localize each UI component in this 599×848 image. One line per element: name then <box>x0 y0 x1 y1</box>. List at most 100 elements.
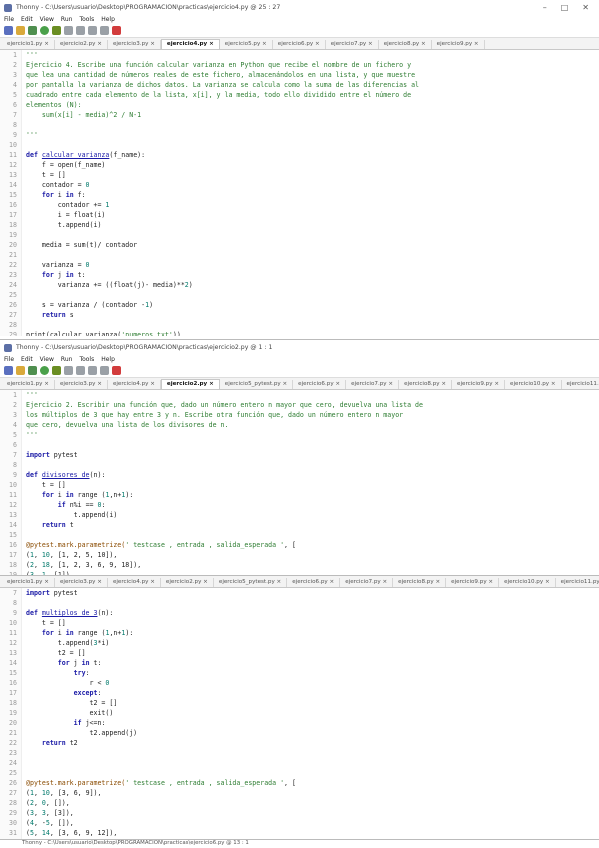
menu-help[interactable]: Help <box>101 356 115 363</box>
step-over-icon[interactable] <box>64 366 73 375</box>
tab-ejercicio8-py[interactable]: ejercicio8.py × <box>379 40 432 49</box>
code-editor[interactable]: 7 8 9 10 11 12 13 14 15 16 17 18 19 20 21 22 23 24 25 26 27 2… <box>0 588 599 839</box>
code-token: contador += <box>26 201 106 209</box>
tab-ejercicio11-py[interactable]: ejercicio11.py × <box>562 380 599 389</box>
line-number: 3 <box>13 71 17 79</box>
tab-ejercicio9-py[interactable]: ejercicio9.py × <box>452 380 506 389</box>
line-number: 22 <box>9 739 17 747</box>
code-line: elementos (N): <box>26 100 599 110</box>
code-token: , [ <box>284 779 296 787</box>
run-icon[interactable] <box>40 26 49 35</box>
code-token: in <box>65 191 78 199</box>
code-token: t2 = [] <box>26 699 118 707</box>
code-token: n%i == <box>69 501 98 509</box>
maximize-icon[interactable]: □ <box>561 3 569 12</box>
tab-ejercicio6-py[interactable]: ejercicio6.py × <box>287 578 341 587</box>
stop-icon[interactable] <box>112 26 121 35</box>
menu-edit[interactable]: Edit <box>21 356 33 363</box>
run-icon[interactable] <box>40 366 49 375</box>
code-area[interactable]: import pytest def multiplos_de_3(n): t = … <box>22 588 599 839</box>
tab-ejercicio10-py[interactable]: ejercicio10.py × <box>499 578 556 587</box>
menu-view[interactable]: View <box>40 16 54 23</box>
tab-ejercicio5_pytest-py[interactable]: ejercicio5_pytest.py × <box>214 578 288 587</box>
tab-ejercicio1-py[interactable]: ejercicio1.py × <box>2 40 55 49</box>
menu-edit[interactable]: Edit <box>21 16 33 23</box>
tab-ejercicio9-py[interactable]: ejercicio9.py × <box>446 578 500 587</box>
new-file-icon[interactable] <box>4 26 13 35</box>
menu-tools[interactable]: Tools <box>79 356 94 363</box>
code-area[interactable]: ''' Ejercicio 4. Escribe una función calc… <box>22 50 599 336</box>
code-token: elementos (N): <box>26 101 82 109</box>
tab-ejercicio7-py[interactable]: ejercicio7.py × <box>326 40 379 49</box>
code-token: for <box>41 629 58 637</box>
tab-ejercicio1-py[interactable]: ejercicio1.py × <box>2 578 55 587</box>
tab-ejercicio2-py[interactable]: ejercicio2.py × <box>160 379 220 389</box>
tab-ejercicio3-py[interactable]: ejercicio3.py × <box>108 40 161 49</box>
debug-icon[interactable] <box>52 26 61 35</box>
menu-file[interactable]: File <box>4 356 14 363</box>
line-number: 2 <box>13 401 17 409</box>
code-editor[interactable]: 1234567891011121314151617181920212223242… <box>0 390 599 575</box>
menu-run[interactable]: Run <box>61 356 73 363</box>
code-area[interactable]: ''' Ejercicio 2. Escribir una función que… <box>22 390 599 575</box>
resume-icon[interactable] <box>100 26 109 35</box>
menu-run[interactable]: Run <box>61 16 73 23</box>
step-into-icon[interactable] <box>76 26 85 35</box>
tab-ejercicio2-py[interactable]: ejercicio2.py × <box>161 578 214 587</box>
tab-ejercicio9-py[interactable]: ejercicio9.py × <box>432 40 485 49</box>
resume-icon[interactable] <box>100 366 109 375</box>
line-number: 13 <box>9 511 17 519</box>
code-token: s = varianza / (contador - <box>26 301 146 309</box>
save-icon[interactable] <box>28 366 37 375</box>
tab-ejercicio3-py[interactable]: ejercicio3.py × <box>55 380 108 389</box>
menu-help[interactable]: Help <box>101 16 115 23</box>
open-icon[interactable] <box>16 26 25 35</box>
debug-icon[interactable] <box>52 366 61 375</box>
step-out-icon[interactable] <box>88 26 97 35</box>
line-number: 9 <box>13 609 17 617</box>
code-editor[interactable]: 1234567891011121314151617181920212223242… <box>0 50 599 336</box>
open-icon[interactable] <box>16 366 25 375</box>
minimize-icon[interactable]: – <box>543 3 547 12</box>
tab-ejercicio6-py[interactable]: ejercicio6.py × <box>273 40 326 49</box>
line-number: 28 <box>9 321 17 329</box>
tab-ejercicio2-py[interactable]: ejercicio2.py × <box>55 40 108 49</box>
line-number: 26 <box>9 779 17 787</box>
line-number: 6 <box>13 441 17 449</box>
tab-ejercicio11-py[interactable]: ejercicio11.py × <box>556 578 599 587</box>
new-file-icon[interactable] <box>4 366 13 375</box>
step-over-icon[interactable] <box>64 26 73 35</box>
menu-file[interactable]: File <box>4 16 14 23</box>
line-number: 4 <box>13 81 17 89</box>
line-number: 27 <box>9 311 17 319</box>
menu-view[interactable]: View <box>40 356 54 363</box>
code-token: in <box>81 659 94 667</box>
step-into-icon[interactable] <box>76 366 85 375</box>
tab-ejercicio8-py[interactable]: ejercicio8.py × <box>399 380 453 389</box>
tab-ejercicio4-py[interactable]: ejercicio4.py × <box>108 380 161 389</box>
tab-ejercicio5_pytest-py[interactable]: ejercicio5_pytest.py × <box>220 380 294 389</box>
tab-ejercicio4-py[interactable]: ejercicio4.py × <box>108 578 161 587</box>
line-number: 14 <box>9 181 17 189</box>
tab-ejercicio6-py[interactable]: ejercicio6.py × <box>293 380 347 389</box>
tab-ejercicio4-py[interactable]: ejercicio4.py × <box>160 39 220 49</box>
stop-icon[interactable] <box>112 366 121 375</box>
save-icon[interactable] <box>28 26 37 35</box>
step-out-icon[interactable] <box>88 366 97 375</box>
menu-tools[interactable]: Tools <box>79 16 94 23</box>
tab-ejercicio3-py[interactable]: ejercicio3.py × <box>55 578 108 587</box>
code-token: , <box>33 829 42 837</box>
tab-ejercicio7-py[interactable]: ejercicio7.py × <box>340 578 394 587</box>
tab-ejercicio5-py[interactable]: ejercicio5.py × <box>220 40 273 49</box>
tab-ejercicio8-py[interactable]: ejercicio8.py × <box>393 578 447 587</box>
tab-ejercicio10-py[interactable]: ejercicio10.py × <box>505 380 562 389</box>
close-icon[interactable]: ✕ <box>582 3 589 12</box>
tab-ejercicio1-py[interactable]: ejercicio1.py × <box>2 380 55 389</box>
code-token: , [ <box>284 541 296 549</box>
tab-ejercicio7-py[interactable]: ejercicio7.py × <box>346 380 400 389</box>
